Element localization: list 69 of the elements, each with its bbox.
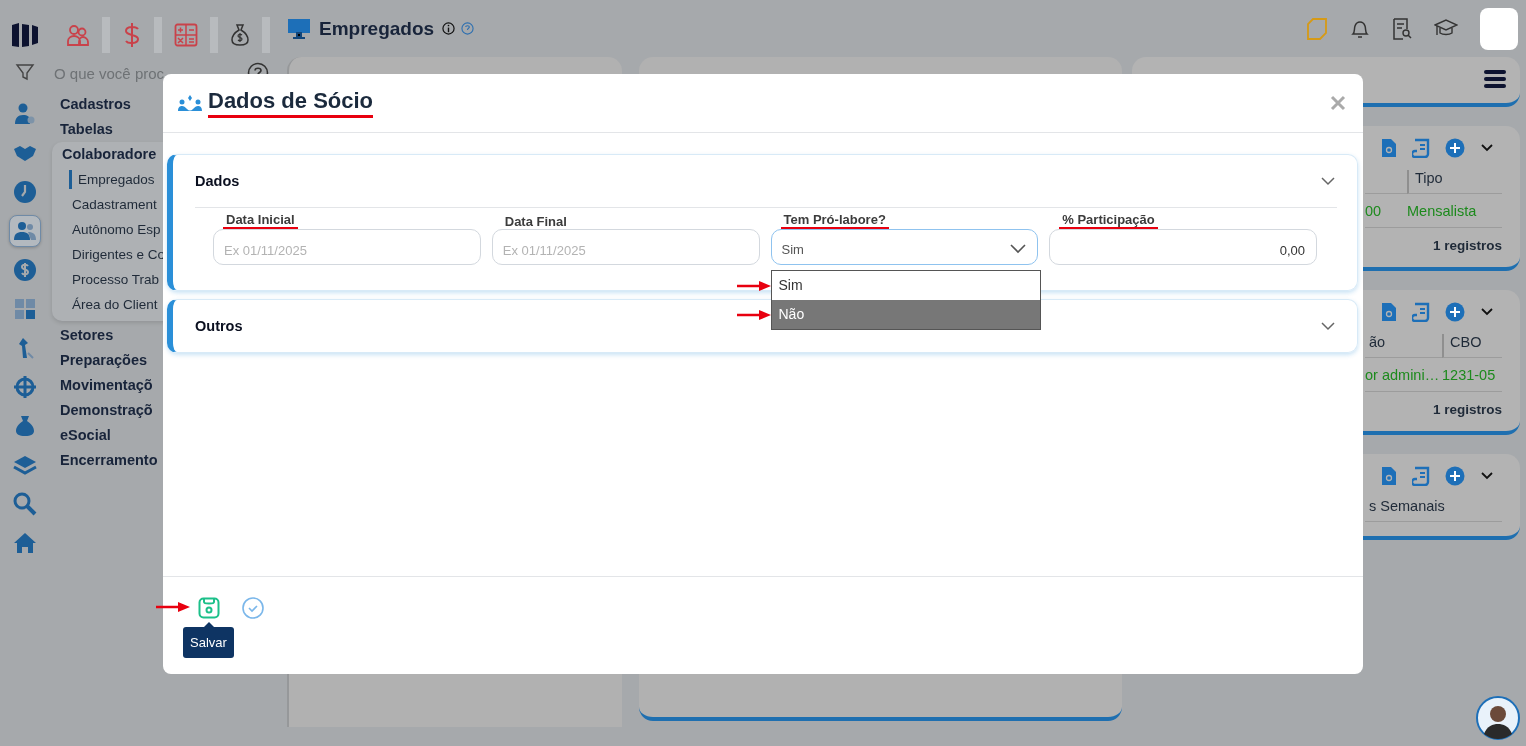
dropdown-option[interactable]: Sim [771, 271, 1040, 300]
date-field[interactable]: Ex 01/11/2025 [491, 229, 760, 265]
column-header: CBO [1442, 334, 1502, 358]
record-count: 1 registros [1432, 402, 1502, 417]
user-gear-icon [13, 102, 37, 126]
page-title: Empregados [319, 17, 435, 40]
people-icon [13, 219, 37, 243]
field-label: Data Inicial [223, 213, 298, 229]
table-cell: 1231-05 [1442, 358, 1502, 392]
dropdown-option[interactable]: Não [771, 300, 1040, 329]
profile-button[interactable] [1480, 7, 1518, 50]
scroll-icon[interactable] [1412, 138, 1430, 158]
dollar-icon[interactable] [122, 22, 142, 48]
dialog-title: Dados de Sócio [208, 88, 374, 118]
chevron-down-icon [1010, 244, 1027, 254]
money-bag-icon[interactable] [230, 23, 250, 47]
team-icon [178, 94, 202, 112]
info-icon[interactable] [442, 22, 456, 35]
field-label: Data Final [503, 215, 568, 229]
filter-icon[interactable] [15, 62, 35, 82]
number-field[interactable]: 0,00 [1049, 229, 1317, 265]
chevron-down-icon[interactable] [1480, 143, 1494, 153]
chevron-down-icon[interactable] [1480, 471, 1494, 481]
check-icon[interactable] [242, 597, 264, 619]
column-header: ão [1365, 334, 1442, 358]
menu-icon[interactable] [1484, 69, 1506, 89]
select-field[interactable]: Sim [770, 229, 1039, 265]
home-icon [13, 531, 37, 555]
calculator-icon [13, 297, 37, 321]
field-label: % Participação [1059, 213, 1158, 229]
add-icon[interactable] [1445, 302, 1465, 322]
money-bag-icon [13, 414, 37, 438]
file-search-icon[interactable] [1381, 302, 1397, 322]
record-count: 1 registros [1432, 238, 1502, 253]
column-header: s Semanais [1365, 498, 1502, 522]
logo-icon[interactable] [11, 22, 39, 48]
calculator-icon[interactable] [174, 23, 198, 47]
table-cell: 00 [1365, 194, 1407, 228]
scroll-icon[interactable] [1412, 302, 1430, 322]
rail-item[interactable] [9, 215, 41, 247]
add-icon[interactable] [1445, 138, 1465, 158]
search-field[interactable]: O que você proc [52, 63, 247, 83]
column-header: Tipo [1407, 170, 1502, 194]
field-label: Tem Pró-labore? [780, 213, 889, 229]
file-search-icon[interactable] [1381, 138, 1397, 158]
section-title[interactable]: Outros [195, 318, 243, 334]
tooltip: Salvar [183, 627, 234, 658]
layers-icon [13, 453, 37, 477]
chevron-down-icon[interactable] [1321, 176, 1335, 186]
table-cell: Mensalista [1407, 194, 1502, 228]
people-icon[interactable] [66, 23, 90, 47]
chevron-down-icon[interactable] [1321, 321, 1335, 331]
section-title[interactable]: Dados [195, 173, 240, 189]
add-icon[interactable] [1445, 466, 1465, 486]
close-icon[interactable] [1330, 95, 1346, 111]
file-search-icon[interactable] [1381, 466, 1397, 486]
monitor-icon [287, 17, 311, 40]
tooltip-pointer [204, 622, 214, 627]
avatar-icon[interactable] [1476, 696, 1520, 740]
chevron-down-icon[interactable] [1480, 307, 1494, 317]
table-cell: or admini… [1365, 358, 1442, 392]
date-field[interactable]: Ex 01/11/2025 [213, 229, 481, 265]
clock-icon [13, 180, 37, 204]
document-search-icon[interactable] [1392, 17, 1412, 40]
search-icon [13, 492, 37, 516]
scroll-icon[interactable] [1412, 466, 1430, 486]
gear-icon [13, 375, 37, 399]
save-icon[interactable] [198, 597, 220, 619]
dollar-icon [13, 258, 37, 282]
